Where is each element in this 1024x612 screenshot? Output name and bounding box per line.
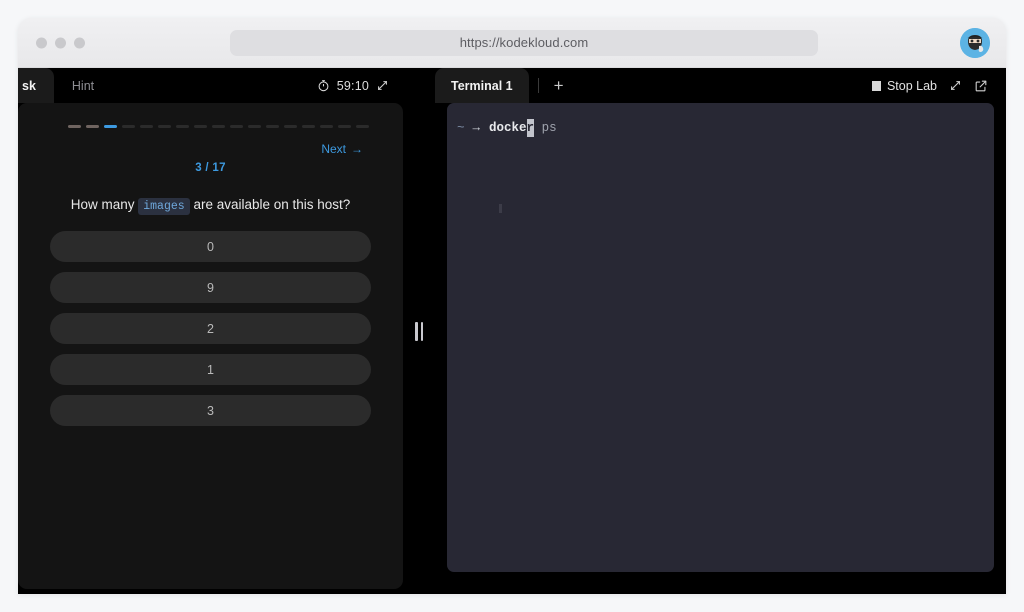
avatar-illustration	[960, 27, 990, 58]
expand-diagonal-icon[interactable]	[376, 79, 389, 92]
answer-options: 0 9 2 1 3	[50, 231, 371, 427]
stop-square-icon	[871, 80, 881, 91]
terminal-cwd: ~	[457, 121, 465, 135]
progress-step[interactable]	[68, 125, 81, 128]
progress-step[interactable]	[248, 125, 261, 128]
task-panel: sk Hint 59:10 Next → 3 / 17 How many ima…	[18, 68, 403, 594]
grip-bar	[415, 321, 418, 341]
stop-lab-button[interactable]: Stop Lab	[871, 78, 937, 93]
progress-step[interactable]	[356, 125, 369, 128]
terminal-tabstrip: Terminal 1 + Stop Lab	[435, 68, 1006, 103]
answer-option[interactable]: 3	[50, 395, 371, 427]
task-panel-body: Next → 3 / 17 How many images are availa…	[18, 103, 403, 589]
stop-lab-label: Stop Lab	[886, 78, 937, 93]
answer-option[interactable]: 0	[50, 231, 371, 263]
progress-step[interactable]	[158, 125, 171, 128]
tab-separator	[537, 78, 539, 93]
progress-step[interactable]	[86, 125, 99, 128]
next-row: Next →	[50, 142, 371, 156]
progress-step[interactable]	[176, 125, 189, 128]
progress-step[interactable]	[230, 125, 243, 128]
answer-option[interactable]: 2	[50, 313, 371, 345]
url-text: https://kodekloud.com	[459, 35, 589, 50]
answer-option-label: 1	[207, 362, 214, 377]
resize-grip-icon	[415, 321, 424, 341]
tab-task-label: sk	[22, 78, 36, 93]
progress-step[interactable]	[320, 125, 333, 128]
progress-step[interactable]	[212, 125, 225, 128]
answer-option[interactable]: 9	[50, 272, 371, 304]
terminal-command-arg: ps	[534, 121, 557, 135]
expand-diagonal-icon[interactable]	[949, 79, 962, 92]
question-text: How many images are available on this ho…	[50, 195, 371, 215]
arrow-right-icon: →	[351, 142, 363, 156]
close-window-button[interactable]	[36, 37, 47, 48]
tab-task[interactable]: sk	[18, 68, 54, 103]
question-counter: 3 / 17	[195, 162, 226, 174]
timer-value: 59:10	[336, 78, 369, 93]
question-progress	[50, 119, 371, 128]
progress-step[interactable]	[284, 125, 297, 128]
tab-terminal-1[interactable]: Terminal 1	[435, 68, 529, 103]
terminal-cursor: r	[526, 119, 535, 137]
answer-option[interactable]: 1	[50, 354, 371, 386]
answer-option-label: 0	[207, 239, 214, 254]
external-link-icon[interactable]	[974, 79, 988, 93]
terminal-panel: Terminal 1 + Stop Lab ~ → docke r ps	[435, 68, 1006, 594]
progress-step[interactable]	[194, 125, 207, 128]
progress-step[interactable]	[338, 125, 351, 128]
question-code-token: images	[138, 198, 190, 215]
answer-option-label: 9	[207, 280, 214, 295]
maximize-window-button[interactable]	[74, 37, 85, 48]
answer-option-label: 2	[207, 321, 214, 336]
lab-app-area: sk Hint 59:10 Next → 3 / 17 How many ima…	[18, 68, 1006, 594]
question-suffix: are available on this host?	[193, 197, 351, 212]
progress-step[interactable]	[302, 125, 315, 128]
terminal-line: ~ → docke r ps	[447, 119, 994, 137]
stopwatch-icon	[317, 79, 330, 92]
tab-terminal-1-label: Terminal 1	[451, 78, 513, 93]
browser-window: https://kodekloud.com sk Hint 59:10 Next…	[18, 18, 1006, 594]
terminal-scroll-artifact	[499, 204, 502, 213]
minimize-window-button[interactable]	[55, 37, 66, 48]
progress-step[interactable]	[140, 125, 153, 128]
terminal-actions: Stop Lab	[871, 68, 1006, 103]
add-terminal-button[interactable]: +	[548, 77, 570, 94]
terminal-output[interactable]: ~ → docke r ps	[447, 103, 994, 572]
progress-step[interactable]	[266, 125, 279, 128]
terminal-prompt-arrow: →	[472, 121, 481, 135]
panel-resize-handle[interactable]	[403, 68, 435, 594]
progress-step[interactable]	[122, 125, 135, 128]
traffic-lights	[36, 37, 85, 48]
tab-hint[interactable]: Hint	[54, 68, 112, 103]
tab-hint-label: Hint	[71, 78, 95, 93]
grip-bar	[420, 321, 423, 341]
progress-step-current[interactable]	[104, 125, 117, 128]
browser-chrome: https://kodekloud.com	[18, 18, 1006, 68]
answer-option-label: 3	[207, 403, 214, 418]
task-panel-tabstrip: sk Hint 59:10	[18, 68, 403, 103]
url-bar[interactable]: https://kodekloud.com	[230, 29, 818, 56]
terminal-command: docke	[489, 121, 527, 135]
next-label: Next	[321, 142, 346, 156]
question-prefix: How many	[70, 197, 135, 212]
lab-timer: 59:10	[317, 68, 403, 103]
next-question-link[interactable]: Next →	[321, 142, 363, 156]
user-avatar[interactable]	[960, 27, 990, 58]
